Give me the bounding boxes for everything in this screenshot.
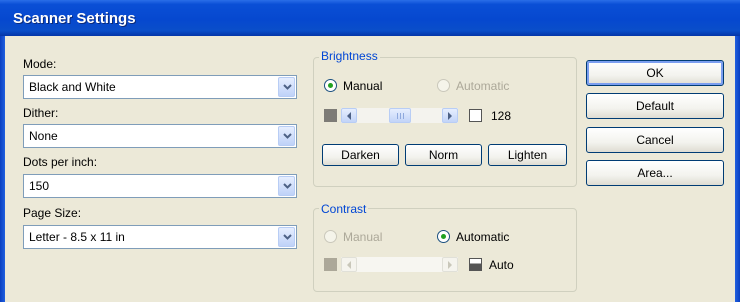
dpi-value: 150 xyxy=(29,179,50,193)
radio-selected-dot xyxy=(328,83,333,88)
brightness-legend: Brightness xyxy=(319,49,380,63)
brightness-slider-left-button[interactable] xyxy=(341,108,357,123)
contrast-manual-label[interactable]: Manual xyxy=(343,230,382,244)
contrast-manual-radio[interactable] xyxy=(324,230,337,243)
grip-icon xyxy=(397,113,398,119)
contrast-automatic-label[interactable]: Automatic xyxy=(456,230,509,244)
contrast-slider-left-button[interactable] xyxy=(341,257,357,272)
window-left-border xyxy=(0,36,5,302)
dither-dropdown-button[interactable] xyxy=(278,126,295,146)
dpi-dropdown-button[interactable] xyxy=(278,176,295,196)
dither-value: None xyxy=(29,129,58,143)
chevron-down-icon xyxy=(283,84,292,90)
contrast-legend: Contrast xyxy=(319,202,369,216)
window-right-border xyxy=(735,36,740,302)
brightness-manual-radio[interactable] xyxy=(324,79,337,92)
cancel-button[interactable]: Cancel xyxy=(586,127,724,153)
brightness-value: 128 xyxy=(491,109,512,123)
dpi-dropdown[interactable]: 150 xyxy=(23,174,297,198)
norm-button[interactable]: Norm xyxy=(405,144,482,166)
contrast-automatic-radio[interactable] xyxy=(437,230,450,243)
contrast-auto-swatch xyxy=(469,258,482,271)
scanner-settings-window: Scanner Settings Mode: Black and White D… xyxy=(0,0,740,302)
radio-selected-dot xyxy=(441,234,446,239)
arrow-right-icon xyxy=(448,112,452,120)
mode-label: Mode: xyxy=(23,57,57,71)
chevron-down-icon xyxy=(283,234,292,240)
dither-dropdown[interactable]: None xyxy=(23,124,297,148)
brightness-slider-right-button[interactable] xyxy=(442,108,458,123)
arrow-left-icon xyxy=(347,261,351,269)
brightness-manual-label[interactable]: Manual xyxy=(343,79,382,93)
ok-button[interactable]: OK xyxy=(586,60,724,86)
brightness-light-swatch xyxy=(469,109,482,122)
page-size-dropdown-button[interactable] xyxy=(278,227,295,247)
grip-icon xyxy=(403,113,404,119)
contrast-dark-swatch xyxy=(324,258,337,271)
dpi-label: Dots per inch: xyxy=(23,155,98,169)
page-size-dropdown[interactable]: Letter - 8.5 x 11 in xyxy=(23,225,297,249)
title-bar[interactable]: Scanner Settings xyxy=(0,0,740,36)
chevron-down-icon xyxy=(283,183,292,189)
darken-button[interactable]: Darken xyxy=(322,144,399,166)
arrow-right-icon xyxy=(448,261,452,269)
default-button[interactable]: Default xyxy=(586,93,724,119)
brightness-dark-swatch xyxy=(324,109,337,122)
mode-dropdown[interactable]: Black and White xyxy=(23,75,297,99)
window-title: Scanner Settings xyxy=(13,10,136,27)
chevron-down-icon xyxy=(283,133,292,139)
mode-dropdown-button[interactable] xyxy=(278,77,295,97)
brightness-automatic-radio[interactable] xyxy=(437,79,450,92)
dither-label: Dither: xyxy=(23,106,59,120)
contrast-value: Auto xyxy=(489,258,514,272)
mode-value: Black and White xyxy=(29,80,116,94)
page-size-value: Letter - 8.5 x 11 in xyxy=(29,230,125,244)
grip-icon xyxy=(400,113,401,119)
brightness-automatic-label[interactable]: Automatic xyxy=(456,79,509,93)
brightness-slider-thumb[interactable] xyxy=(389,108,411,123)
brightness-slider[interactable] xyxy=(341,108,458,123)
arrow-left-icon xyxy=(347,112,351,120)
lighten-button[interactable]: Lighten xyxy=(488,144,567,166)
page-size-label: Page Size: xyxy=(23,206,82,220)
area-button[interactable]: Area... xyxy=(586,160,724,186)
contrast-slider-right-button[interactable] xyxy=(442,257,458,272)
contrast-group xyxy=(313,208,577,292)
contrast-slider[interactable] xyxy=(341,257,458,272)
